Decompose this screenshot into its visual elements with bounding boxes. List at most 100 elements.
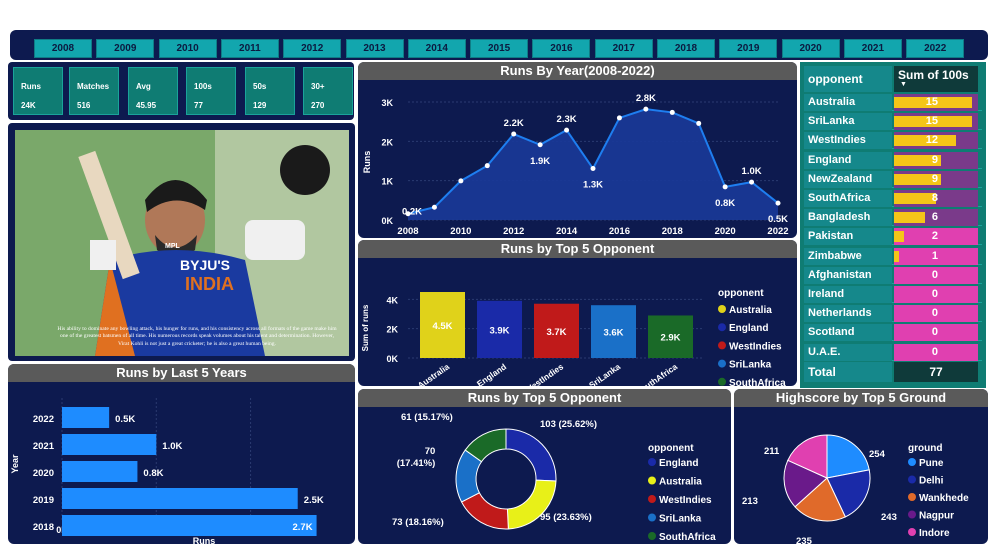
player-photo-panel: BYJU'S INDIA MPL His ability to dominate…	[8, 123, 355, 361]
data-point	[590, 166, 596, 172]
y-tick-label: 2021	[33, 441, 55, 452]
table-row[interactable]: U.A.E. 0	[804, 343, 982, 361]
y-axis-title: Sum of runs	[361, 304, 370, 351]
year-button-2010[interactable]: 2010	[158, 39, 217, 58]
table-cell-opponent: SriLanka	[804, 113, 892, 131]
year-button-2021[interactable]: 2021	[843, 39, 902, 58]
x-tick-label: SriLanka	[587, 361, 622, 386]
year-button-2018[interactable]: 2018	[657, 39, 715, 58]
year-button-2008[interactable]: 2008	[34, 39, 92, 58]
legend-marker	[648, 532, 656, 540]
year-button-2014[interactable]: 2014	[407, 39, 466, 58]
ground-pie-title: Highscore by Top 5 Ground	[734, 389, 988, 407]
year-button-2017[interactable]: 2017	[594, 39, 653, 58]
x-axis-title: Runs	[193, 536, 216, 544]
last5-years-panel: Runs by Last 5 Years 0K1K2K0.5K20221.0K2…	[8, 364, 355, 544]
table-row[interactable]: Australia 15	[804, 94, 982, 111]
table-row[interactable]: Bangladesh 6	[804, 209, 982, 227]
table-row[interactable]: Ireland 0	[804, 286, 982, 303]
year-button-2013[interactable]: 2013	[345, 39, 404, 58]
year-button-2022[interactable]: 2022	[906, 39, 965, 58]
bar	[62, 434, 157, 455]
year-button-2011[interactable]: 2011	[220, 39, 279, 58]
legend-item: Indore	[919, 528, 950, 539]
player-illustration: BYJU'S INDIA MPL	[15, 130, 349, 356]
table-cell-sum: 0	[894, 343, 978, 361]
legend-title: opponent	[718, 288, 764, 299]
photo-caption: His ability to dominate any bowling atta…	[57, 326, 337, 347]
table-cell-value: 9	[931, 153, 938, 166]
data-label: 3.9K	[489, 325, 509, 336]
table-cell-value: 0	[931, 268, 938, 281]
last5-years-chart: 0K1K2K0.5K20221.0K20210.8K20202.5K20192.…	[10, 398, 324, 544]
table-cell-value: 0	[931, 345, 938, 358]
player-photo: BYJU'S INDIA MPL His ability to dominate…	[15, 130, 349, 356]
legend-marker	[908, 458, 916, 466]
table-databar	[894, 193, 936, 204]
data-point	[643, 106, 649, 112]
table-row[interactable]: Netherlands 0	[804, 305, 982, 323]
data-label: 0.8K	[143, 468, 163, 479]
x-tick-label: 2012	[503, 226, 524, 237]
year-button-2015[interactable]: 2015	[470, 39, 529, 58]
table-cell-opponent: Australia	[804, 94, 892, 111]
table-cell-opponent: Bangladesh	[804, 209, 892, 227]
runs-by-year-chart: 0K 1K 2K 3K 0.2K 2.2K 1.9K 2.3K 1.3K 2.8K 0.8K 1.0K…	[362, 93, 789, 237]
legend-marker	[718, 341, 726, 350]
table-cell-sum: 15	[894, 113, 978, 131]
table-row[interactable]: Pakistan 2	[804, 228, 982, 246]
x-tick-label: 2018	[662, 226, 683, 237]
table-row[interactable]: WestIndies 12	[804, 132, 982, 150]
y-tick-label: 0K	[381, 216, 393, 226]
data-label: 1.9K	[530, 156, 550, 167]
bar	[62, 461, 138, 482]
runs-by-year-panel: Runs By Year(2008-2022) 0K 1K 2K 3K 0.2K 2.2K…	[358, 62, 797, 238]
table-row[interactable]: SouthAfrica 8	[804, 190, 982, 207]
year-button-2009[interactable]: 2009	[96, 39, 155, 58]
data-point	[749, 179, 755, 185]
data-point	[537, 142, 543, 148]
kpi-strip: Runs 24K Matches 516 Avg 45.95 100s 77 50s 129 30+…	[8, 62, 354, 120]
y-tick-label: 2022	[33, 414, 54, 425]
data-label: 3.7K	[546, 327, 566, 338]
table-cell-opponent: Pakistan	[804, 228, 892, 246]
legend-marker	[648, 458, 656, 466]
kpi-card: Runs 24K	[13, 67, 63, 115]
table-row[interactable]: Scotland 0	[804, 324, 982, 342]
legend-item: Wankhede	[919, 493, 969, 504]
table-cell-value: 0	[931, 326, 938, 339]
kpi-label: Runs	[21, 82, 41, 91]
table-row[interactable]: Zimbabwe 1	[804, 247, 982, 265]
kpi-value: 24K	[21, 101, 36, 110]
y-axis-title: Year	[10, 454, 20, 474]
legend-marker	[718, 323, 726, 332]
table-cell-sum: 1	[894, 247, 978, 265]
bar	[62, 515, 317, 536]
pie-slice	[505, 428, 557, 482]
year-button-2020[interactable]: 2020	[781, 39, 840, 58]
table-cell-sum: 0	[894, 305, 978, 323]
data-label: 213	[742, 496, 758, 507]
table-header-opponent[interactable]: opponent	[804, 66, 892, 92]
data-label: 95 (23.63%)	[540, 512, 592, 523]
table-header-sum-100s-label: Sum of 100s	[898, 68, 969, 82]
table-row[interactable]: Afghanistan 0	[804, 266, 982, 284]
legend-item: SouthAfrica	[659, 532, 716, 543]
top5-opponent-donut-title: Runs by Top 5 Opponent	[358, 389, 731, 407]
legend-marker	[908, 475, 916, 484]
table-databar	[894, 231, 905, 243]
table-row[interactable]: NewZealand 9	[804, 170, 982, 188]
x-tick-label: SouthAfrica	[634, 361, 679, 386]
year-button-2019[interactable]: 2019	[719, 39, 778, 58]
table-row[interactable]: England 9	[804, 151, 982, 169]
year-button-2012[interactable]: 2012	[283, 39, 342, 58]
table-row[interactable]: SriLanka 15	[804, 113, 982, 131]
kpi-label: 30+	[311, 82, 325, 91]
year-button-2016[interactable]: 2016	[532, 39, 591, 58]
table-header-sum-100s[interactable]: Sum of 100s ▼	[894, 66, 978, 92]
kpi-value: 129	[253, 101, 267, 110]
data-label: 73 (18.16%)	[392, 517, 444, 528]
table-cell-opponent: England	[804, 151, 892, 169]
data-label: 1.3K	[583, 180, 603, 191]
table-cell-sum: 8	[894, 190, 978, 207]
